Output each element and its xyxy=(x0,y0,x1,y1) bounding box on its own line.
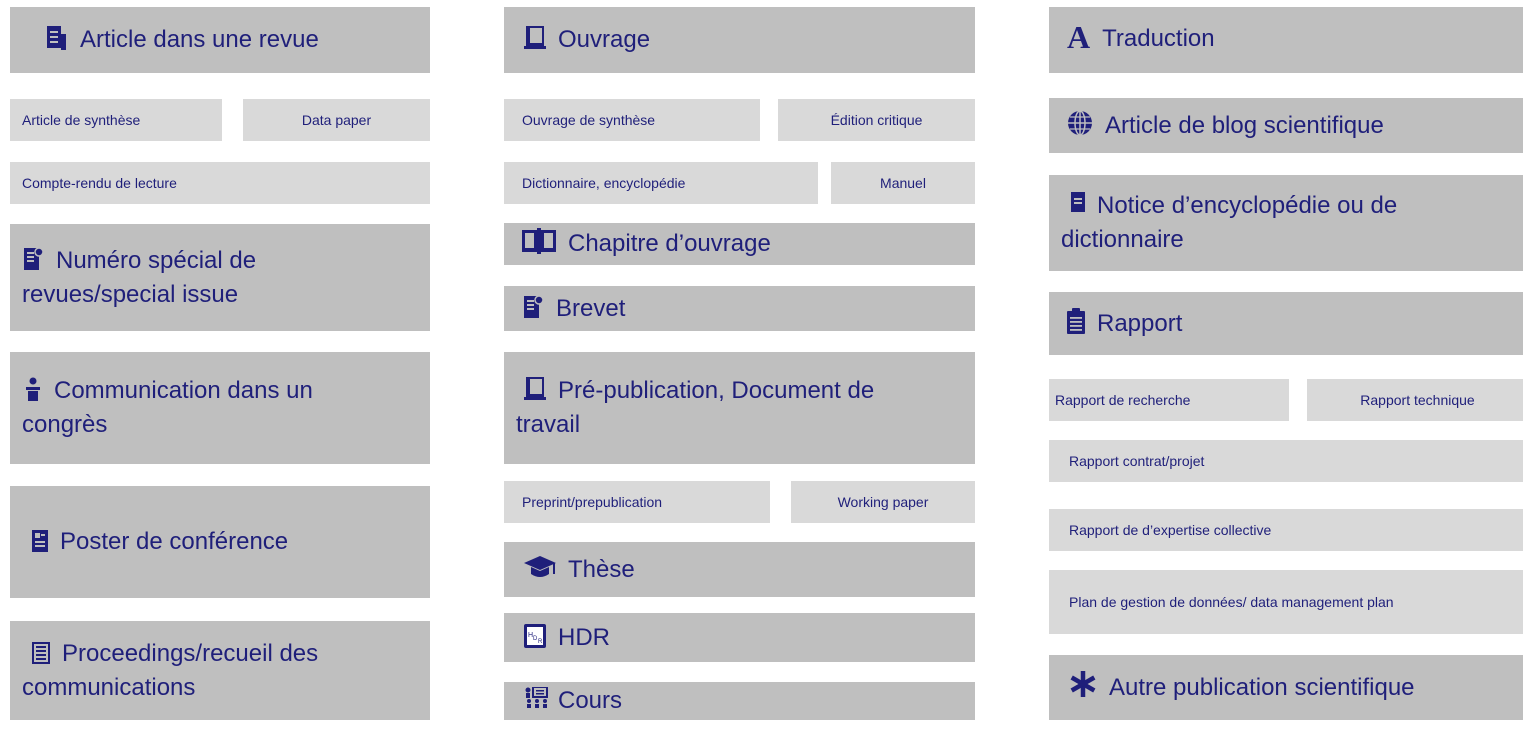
label-data-paper: Data paper xyxy=(301,112,372,128)
label-proceedings: Proceedings/recueil des communications xyxy=(22,639,319,701)
category-article-revue[interactable]: Article dans une revue xyxy=(10,7,430,73)
label-ouvrage: Ouvrage xyxy=(558,26,651,53)
category-cours[interactable]: Cours xyxy=(504,682,975,720)
class-icon xyxy=(524,687,550,711)
sub-plan-gestion[interactable]: Plan de gestion de données/ data managem… xyxy=(1049,570,1523,634)
label-autre: Autre publication scientifique xyxy=(1109,674,1415,701)
label-rapport-contrat: Rapport contrat/projet xyxy=(1069,453,1205,469)
sub-compte-rendu[interactable]: Compte-rendu de lecture xyxy=(10,162,430,204)
category-blog[interactable]: Article de blog scientifique xyxy=(1049,98,1523,153)
sub-working-paper[interactable]: Working paper xyxy=(791,481,975,523)
label-compte-rendu: Compte-rendu de lecture xyxy=(22,175,177,191)
document-lines-icon xyxy=(46,26,68,50)
label-ouvrage-synthese: Ouvrage de synthèse xyxy=(522,112,656,128)
label-article-synthese: Article de synthèse xyxy=(22,112,141,128)
hdr-icon: HDR xyxy=(524,623,546,648)
sub-ouvrage-synthese[interactable]: Ouvrage de synthèse xyxy=(504,99,760,141)
category-proceedings[interactable]: Proceedings/recueil des communications xyxy=(10,621,430,720)
label-numero-special: Numéro spécial de revues/special issue xyxy=(22,246,257,308)
sub-rapport-contrat[interactable]: Rapport contrat/projet xyxy=(1049,440,1523,482)
label-rapport-recherche: Rapport de recherche xyxy=(1055,392,1191,408)
label-hdr: HDR xyxy=(558,623,610,651)
book-icon xyxy=(524,26,546,50)
label-brevet: Brevet xyxy=(556,294,626,322)
sub-rapport-recherche[interactable]: Rapport de recherche xyxy=(1049,379,1289,421)
sub-dictionnaire[interactable]: Dictionnaire, encyclopédie xyxy=(504,162,818,204)
clipboard-icon xyxy=(1067,307,1085,334)
label-rapport-technique: Rapport technique xyxy=(1360,392,1475,408)
label-rapport-expertise: Rapport de d’expertise collective xyxy=(1069,522,1272,538)
letter-a-icon: A xyxy=(1067,19,1091,55)
asterisk-icon xyxy=(1069,670,1097,698)
label-blog: Article de blog scientifique xyxy=(1105,111,1384,139)
label-rapport: Rapport xyxy=(1097,309,1183,337)
svg-text:R: R xyxy=(538,639,543,645)
label-traduction: Traduction xyxy=(1102,25,1215,52)
category-brevet[interactable]: Brevet xyxy=(504,286,975,331)
label-these: Thèse xyxy=(568,555,635,583)
sub-article-synthese[interactable]: Article de synthèse xyxy=(10,99,222,141)
label-prepublication: Pré-publication, Document de travail xyxy=(516,377,875,438)
sub-rapport-expertise[interactable]: Rapport de d’expertise collective xyxy=(1049,509,1523,551)
open-book-icon xyxy=(522,228,556,254)
book-icon xyxy=(524,377,546,401)
document-badge-icon xyxy=(524,294,544,319)
label-dictionnaire: Dictionnaire, encyclopédie xyxy=(522,175,686,191)
category-prepublication[interactable]: Pré-publication, Document de travail xyxy=(504,352,975,464)
poster-icon xyxy=(32,530,48,552)
sub-manuel[interactable]: Manuel xyxy=(831,162,975,204)
globe-icon xyxy=(1067,109,1093,136)
category-notice[interactable]: Notice d’encyclopédie ou de dictionnaire xyxy=(1049,175,1523,271)
category-these[interactable]: Thèse xyxy=(504,542,975,597)
sub-data-paper[interactable]: Data paper xyxy=(243,99,430,141)
category-numero-special[interactable]: Numéro spécial de revues/special issue xyxy=(10,224,430,331)
category-communication[interactable]: Communication dans un congrès xyxy=(10,352,430,464)
label-cours: Cours xyxy=(558,687,623,714)
label-plan-gestion: Plan de gestion de données/ data managem… xyxy=(1069,594,1394,610)
label-preprint: Preprint/prepublication xyxy=(522,494,663,510)
category-ouvrage[interactable]: Ouvrage xyxy=(504,7,975,73)
sub-edition-critique[interactable]: Édition critique xyxy=(778,99,975,141)
category-poster[interactable]: Poster de conférence xyxy=(10,486,430,598)
category-autre[interactable]: Autre publication scientifique xyxy=(1049,655,1523,720)
label-manuel: Manuel xyxy=(880,175,926,191)
label-poster: Poster de conférence xyxy=(60,528,289,555)
newspaper-icon xyxy=(32,641,50,664)
speaker-podium-icon xyxy=(24,377,42,401)
label-working-paper: Working paper xyxy=(837,494,929,510)
category-rapport[interactable]: Rapport xyxy=(1049,292,1523,355)
label-chapitre: Chapitre d’ouvrage xyxy=(568,230,771,257)
graduation-cap-icon xyxy=(524,554,556,580)
label-communication: Communication dans un congrès xyxy=(22,377,313,438)
label-edition-critique: Édition critique xyxy=(830,112,923,128)
category-chapitre[interactable]: Chapitre d’ouvrage xyxy=(504,223,975,265)
sub-preprint[interactable]: Preprint/prepublication xyxy=(504,481,770,523)
document-badge-icon xyxy=(24,246,44,271)
sub-rapport-technique[interactable]: Rapport technique xyxy=(1307,379,1523,421)
label-article-revue: Article dans une revue xyxy=(80,26,319,53)
category-hdr[interactable]: HDR HDR xyxy=(504,613,975,662)
category-traduction[interactable]: A Traduction xyxy=(1049,7,1523,73)
label-notice: Notice d’encyclopédie ou de dictionnaire xyxy=(1061,192,1398,253)
small-document-icon xyxy=(1071,192,1085,212)
